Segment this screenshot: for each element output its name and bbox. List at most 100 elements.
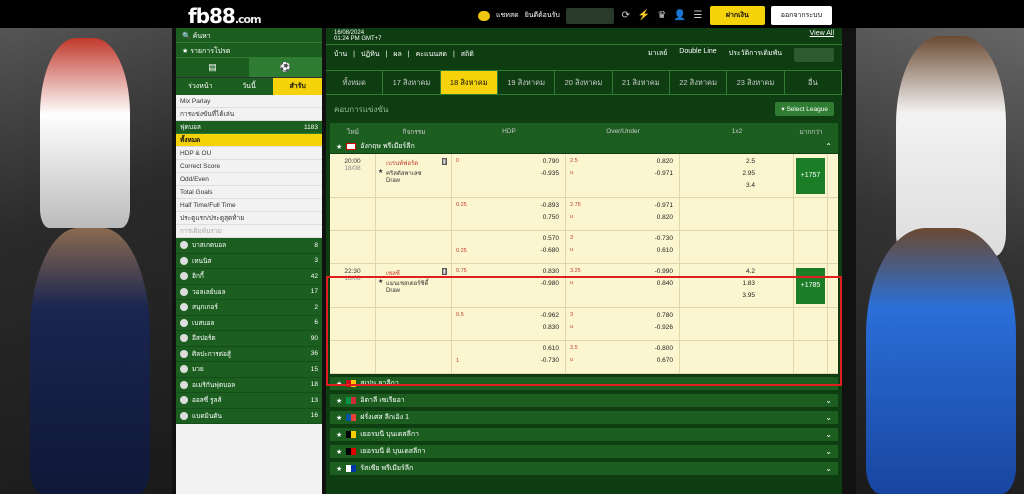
hdp-away-odds[interactable]: -0.730 [541, 357, 559, 364]
favorite-star-icon[interactable]: ★ [336, 397, 342, 405]
over-odds[interactable]: 0.820 [657, 158, 673, 165]
sidebar-item-football[interactable]: ฟุตบอล 1183 [176, 121, 322, 134]
view-all-link[interactable]: View All [810, 30, 834, 42]
1x2-cell[interactable]: 4.2 1.83 3.95 [680, 264, 794, 308]
hdp-cell[interactable]: 0.5 -0.962 0.830 [452, 308, 566, 340]
menu-item[interactable]: ทั้งหมด [176, 134, 322, 147]
hdp-cell[interactable]: 0.25 -0.893 0.750 [452, 198, 566, 230]
sidebar-item-sport[interactable]: อเมริกันฟุตบอล 18 [176, 377, 322, 393]
more-markets-button[interactable]: +1757 [796, 158, 825, 194]
away-team[interactable]: แมนเชสเตอร์ซิตี้ [386, 278, 447, 288]
1x2-odds[interactable]: 4.2 [746, 268, 755, 275]
bet-history-link[interactable]: ประวัติการเดิมพัน [729, 48, 782, 62]
league-header-epl[interactable]: ★ อังกฤษ พรีเมียร์ลีก ⌃ [330, 140, 838, 154]
day-tab[interactable]: 23 สิงหาคม [727, 71, 785, 94]
sidebar-item-sport[interactable]: เบสบอล 6 [176, 315, 322, 331]
day-tab[interactable]: 18 สิงหาคม [440, 71, 498, 94]
1x2-cell[interactable]: 2.5 2.95 3.4 [680, 154, 794, 198]
sidebar-favorites[interactable]: ★ รายการโปรด [176, 43, 322, 58]
under-odds[interactable]: 0.670 [657, 357, 673, 364]
sidebar-search[interactable]: 🔍 ค้นหา [176, 28, 322, 43]
filter-livescore[interactable]: คะแนนสด [416, 49, 447, 60]
filter-results[interactable]: ผล [393, 49, 401, 60]
1x2-odds[interactable]: 3.95 [742, 292, 755, 299]
over-odds[interactable]: -0.800 [655, 345, 673, 352]
logout-button[interactable]: ออกจากระบบ [770, 6, 833, 25]
hdp-home-odds[interactable]: 0.570 [543, 235, 559, 242]
ou-cell[interactable]: 2.75 u -0.971 0.820 [566, 198, 680, 230]
ou-cell[interactable]: 3 u -0.730 0.610 [566, 231, 680, 263]
hdp-home-odds[interactable]: 0.610 [543, 345, 559, 352]
chevron-down-icon[interactable]: ⌄ [825, 447, 832, 456]
league-header[interactable]: ★ อิตาลี เซเรียอา ⌄ [330, 394, 838, 408]
favorite-star-icon[interactable]: ★ [336, 414, 342, 422]
lightning-icon[interactable]: ⚡ [638, 10, 650, 22]
under-odds[interactable]: 0.820 [657, 214, 673, 221]
menu-item[interactable]: ประตูแรก/ประตูสุดท้าย [176, 212, 322, 225]
hdp-cell[interactable]: 1 0.610 -0.730 [452, 341, 566, 373]
odds-type-select[interactable]: มาเลย์ [648, 48, 667, 62]
menu-item[interactable]: การเดิมพันรวม [176, 225, 322, 238]
1x2-odds[interactable]: 2.95 [742, 170, 755, 177]
sidebar-item-sport[interactable]: ฮิกกี้ 42 [176, 269, 322, 285]
under-odds[interactable]: -0.971 [655, 170, 673, 177]
stats-icon[interactable]: ▮ [441, 158, 447, 165]
1x2-odds[interactable]: 1.83 [742, 280, 755, 287]
league-header[interactable]: ★ เยอรมนี ดิ บุนเดสลีกา ⌄ [330, 445, 838, 459]
filter-stats[interactable]: สถิติ [461, 49, 474, 60]
hdp-away-odds[interactable]: -0.935 [541, 170, 559, 177]
away-team[interactable]: คริสตัลพาเลซ [386, 168, 447, 178]
hdp-cell[interactable]: 0.75 0.830 -0.980 [452, 264, 566, 308]
favorite-star-icon[interactable]: ★ [336, 380, 342, 388]
day-tab[interactable]: อื่น [785, 71, 842, 94]
user-icon[interactable]: 👤 [674, 10, 686, 22]
vip-icon[interactable]: ♛ [656, 10, 668, 22]
chevron-down-icon[interactable]: ⌄ [825, 413, 832, 422]
sidebar-item-sport[interactable]: อีสปอร์ต 90 [176, 331, 322, 347]
under-odds[interactable]: 0.610 [657, 247, 673, 254]
chevron-down-icon[interactable]: ⌄ [825, 430, 832, 439]
chat-icon[interactable] [478, 10, 490, 21]
ou-cell[interactable]: 3.25 u -0.990 0.840 [566, 264, 680, 308]
sidebar-item-sport[interactable]: วอลเลย์บอล 17 [176, 284, 322, 300]
over-odds[interactable]: -0.971 [655, 202, 673, 209]
site-logo[interactable]: fb88.com [188, 4, 262, 28]
refresh-icon[interactable]: ⟳ [620, 10, 632, 22]
1x2-odds[interactable]: 3.4 [746, 182, 755, 189]
tab-early[interactable]: ร่วงหน้า [176, 78, 225, 95]
ou-cell[interactable]: 2.5 u 0.820 -0.971 [566, 154, 680, 198]
over-odds[interactable]: 0.780 [657, 312, 673, 319]
1x2-cell[interactable] [680, 231, 794, 263]
league-header[interactable]: ★ สเปน ลาลีกา ⌄ [330, 377, 838, 391]
favorite-star-icon[interactable]: ★ [378, 168, 383, 175]
bet-today-link[interactable]: การแข่งขันที่ได้เล่น [176, 108, 322, 121]
hdp-cell[interactable]: 0.25 0.570 -0.680 [452, 231, 566, 263]
menu-item[interactable]: Odd/Even [176, 173, 322, 186]
chevron-down-icon[interactable]: ⌄ [825, 464, 832, 473]
league-header[interactable]: ★ เยอรมนี บุนเดสลีกา ⌄ [330, 428, 838, 442]
stats-icon[interactable]: ▮ [441, 268, 447, 275]
sidebar-item-sport[interactable]: แบดมินตัน 16 [176, 408, 322, 424]
hdp-home-odds[interactable]: -0.893 [541, 202, 559, 209]
filter-home[interactable]: บ้าน [334, 49, 347, 60]
day-tab[interactable]: 17 สิงหาคม [383, 71, 441, 94]
select-league-button[interactable]: ▾ Select League [775, 102, 834, 116]
deposit-button[interactable]: ฝากเงิน [709, 6, 765, 25]
day-tab[interactable]: ทั้งหมด [326, 71, 384, 94]
1x2-cell[interactable] [680, 198, 794, 230]
tab-today[interactable]: วันนี้ [225, 78, 274, 95]
day-tab[interactable]: 22 สิงหาคม [670, 71, 728, 94]
sidebar-item-sport[interactable]: ออสซี่ รูลส์ 13 [176, 393, 322, 409]
menu-item[interactable]: Half Time/Full Time [176, 199, 322, 212]
under-odds[interactable]: 0.840 [657, 280, 673, 287]
over-odds[interactable]: -0.990 [655, 268, 673, 275]
chevron-up-icon[interactable]: ⌃ [825, 142, 832, 151]
day-tab[interactable]: 19 สิงหาคม [498, 71, 556, 94]
1x2-cell[interactable] [680, 341, 794, 373]
hdp-away-odds[interactable]: 0.830 [543, 324, 559, 331]
menu-item[interactable]: Correct Score [176, 160, 322, 173]
chevron-down-icon[interactable]: ⌄ [825, 379, 832, 388]
list-view-icon[interactable]: ▤ [176, 58, 249, 77]
hdp-home-odds[interactable]: 0.830 [543, 268, 559, 275]
league-header[interactable]: ★ ฝรั่งเศส ลีกเอิง 1 ⌄ [330, 411, 838, 425]
